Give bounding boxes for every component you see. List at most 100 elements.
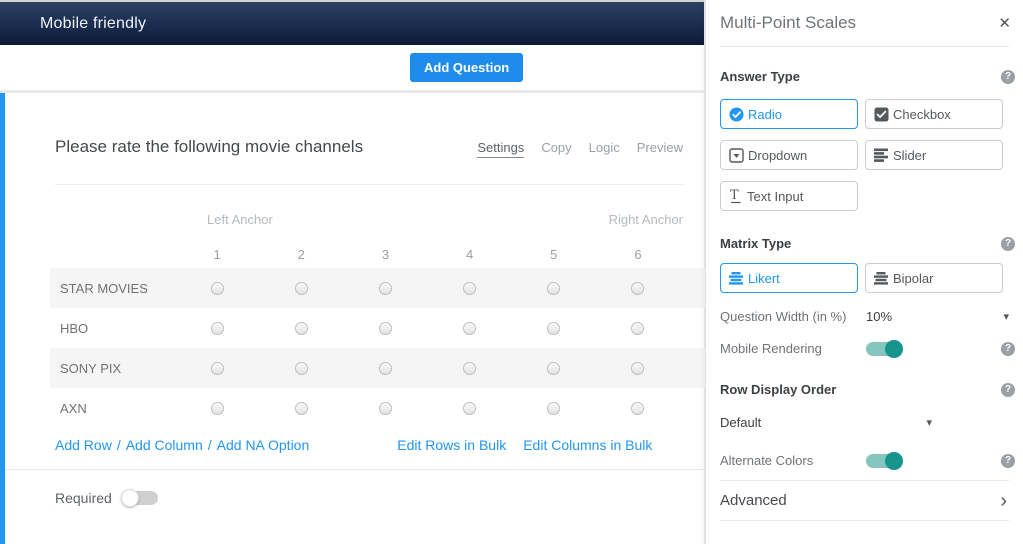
right-anchor-label: Right Anchor [609,212,683,228]
panel-divider [720,46,1009,47]
radio-option[interactable] [512,362,596,375]
radio-option[interactable] [175,402,259,415]
answer-type-checkbox-button[interactable]: Checkbox [865,99,1003,129]
radio-icon[interactable] [379,402,392,415]
answer-type-label: Answer Type [720,69,800,84]
edit-rows-bulk-link[interactable]: Edit Rows in Bulk [397,437,506,453]
answer-type-radio-button[interactable]: Radio [720,99,858,129]
radio-icon[interactable] [295,282,308,295]
radio-option[interactable] [512,282,596,295]
radio-icon[interactable] [295,322,308,335]
radio-option[interactable] [259,282,343,295]
matrix-type-options: Likert Bipolar [720,263,1003,293]
radio-option[interactable] [596,282,680,295]
radio-icon[interactable] [547,402,560,415]
help-icon[interactable]: ? [1001,454,1015,468]
answer-type-text-input-button[interactable]: T Text Input [720,181,858,211]
edit-columns-bulk-link[interactable]: Edit Columns in Bulk [523,437,652,453]
add-row-link[interactable]: Add Row [55,437,112,453]
settings-panel: Multi-Point Scales ✕ Answer Type ? Radio… [705,0,1023,544]
alternate-colors-toggle[interactable] [866,454,902,468]
matrix-row: STAR MOVIES [50,268,709,308]
radio-option[interactable] [512,322,596,335]
radio-icon[interactable] [379,362,392,375]
radio-option[interactable] [175,322,259,335]
question-header: Please rate the following movie channels… [55,137,683,185]
checkbox-icon [874,107,889,122]
radio-icon[interactable] [211,362,224,375]
close-icon[interactable]: ✕ [998,14,1011,32]
radio-icon[interactable] [295,402,308,415]
radio-option[interactable] [343,322,427,335]
add-column-link[interactable]: Add Column [126,437,203,453]
radio-option[interactable] [259,362,343,375]
radio-icon[interactable] [463,402,476,415]
chevron-down-icon[interactable]: ▾ [926,416,932,429]
answer-type-slider-button[interactable]: Slider [865,140,1003,170]
radio-icon[interactable] [211,282,224,295]
add-na-option-link[interactable]: Add NA Option [217,437,310,453]
panel-title: Multi-Point Scales [720,13,856,33]
radio-option[interactable] [343,362,427,375]
radio-option[interactable] [428,282,512,295]
radio-icon[interactable] [547,282,560,295]
help-icon[interactable]: ? [1001,237,1015,251]
alternate-colors-row: Alternate Colors ? [720,453,1009,468]
radio-icon[interactable] [379,322,392,335]
radio-icon[interactable] [463,322,476,335]
radio-option[interactable] [175,282,259,295]
row-label: SONY PIX [60,361,175,376]
radio-option[interactable] [596,322,680,335]
survey-title: Mobile friendly [40,15,146,33]
required-toggle[interactable] [122,491,158,505]
matrix-row: AXN [50,388,709,428]
add-question-button[interactable]: Add Question [410,53,523,82]
radio-option[interactable] [343,282,427,295]
radio-icon[interactable] [631,362,644,375]
radio-option[interactable] [428,402,512,415]
row-display-order-value[interactable]: Default [720,415,761,430]
radio-icon[interactable] [631,322,644,335]
matrix-row: HBO [50,308,709,348]
answer-type-dropdown-button[interactable]: Dropdown [720,140,858,170]
advanced-section-toggle[interactable]: Advanced › [720,480,1009,521]
radio-option[interactable] [175,362,259,375]
mobile-rendering-toggle[interactable] [866,342,902,356]
matrix-type-label: Matrix Type [720,236,791,251]
row-display-order-label: Row Display Order [720,382,836,397]
radio-icon[interactable] [631,402,644,415]
tab-preview[interactable]: Preview [637,140,683,158]
tab-settings[interactable]: Settings [477,140,524,158]
radio-icon[interactable] [211,322,224,335]
radio-icon[interactable] [631,282,644,295]
question-width-value[interactable]: 10% [866,309,892,324]
chevron-down-icon[interactable]: ▾ [1003,310,1009,323]
tab-copy[interactable]: Copy [541,140,571,158]
radio-icon[interactable] [463,282,476,295]
row-display-order-select[interactable]: Default ▾ [720,415,932,430]
radio-option[interactable] [343,402,427,415]
help-icon[interactable]: ? [1001,342,1015,356]
radio-option[interactable] [259,402,343,415]
answer-type-options: Radio Checkbox Dropdown Slider T Text In… [720,99,1003,211]
radio-icon[interactable] [547,362,560,375]
chevron-right-icon: › [1000,494,1007,508]
matrix-type-likert-button[interactable]: Likert [720,263,858,293]
matrix-type-bipolar-button[interactable]: Bipolar [865,263,1003,293]
radio-icon[interactable] [295,362,308,375]
radio-icon[interactable] [463,362,476,375]
radio-option[interactable] [512,402,596,415]
radio-option[interactable] [596,362,680,375]
radio-option[interactable] [428,322,512,335]
radio-option[interactable] [259,322,343,335]
help-icon[interactable]: ? [1001,383,1015,397]
help-icon[interactable]: ? [1001,70,1015,84]
tab-logic[interactable]: Logic [589,140,620,158]
radio-option[interactable] [596,402,680,415]
radio-icon[interactable] [379,282,392,295]
radio-icon[interactable] [211,402,224,415]
radio-icon[interactable] [547,322,560,335]
column-header: 3 [343,247,427,262]
radio-option[interactable] [428,362,512,375]
required-row: Required [55,490,704,506]
